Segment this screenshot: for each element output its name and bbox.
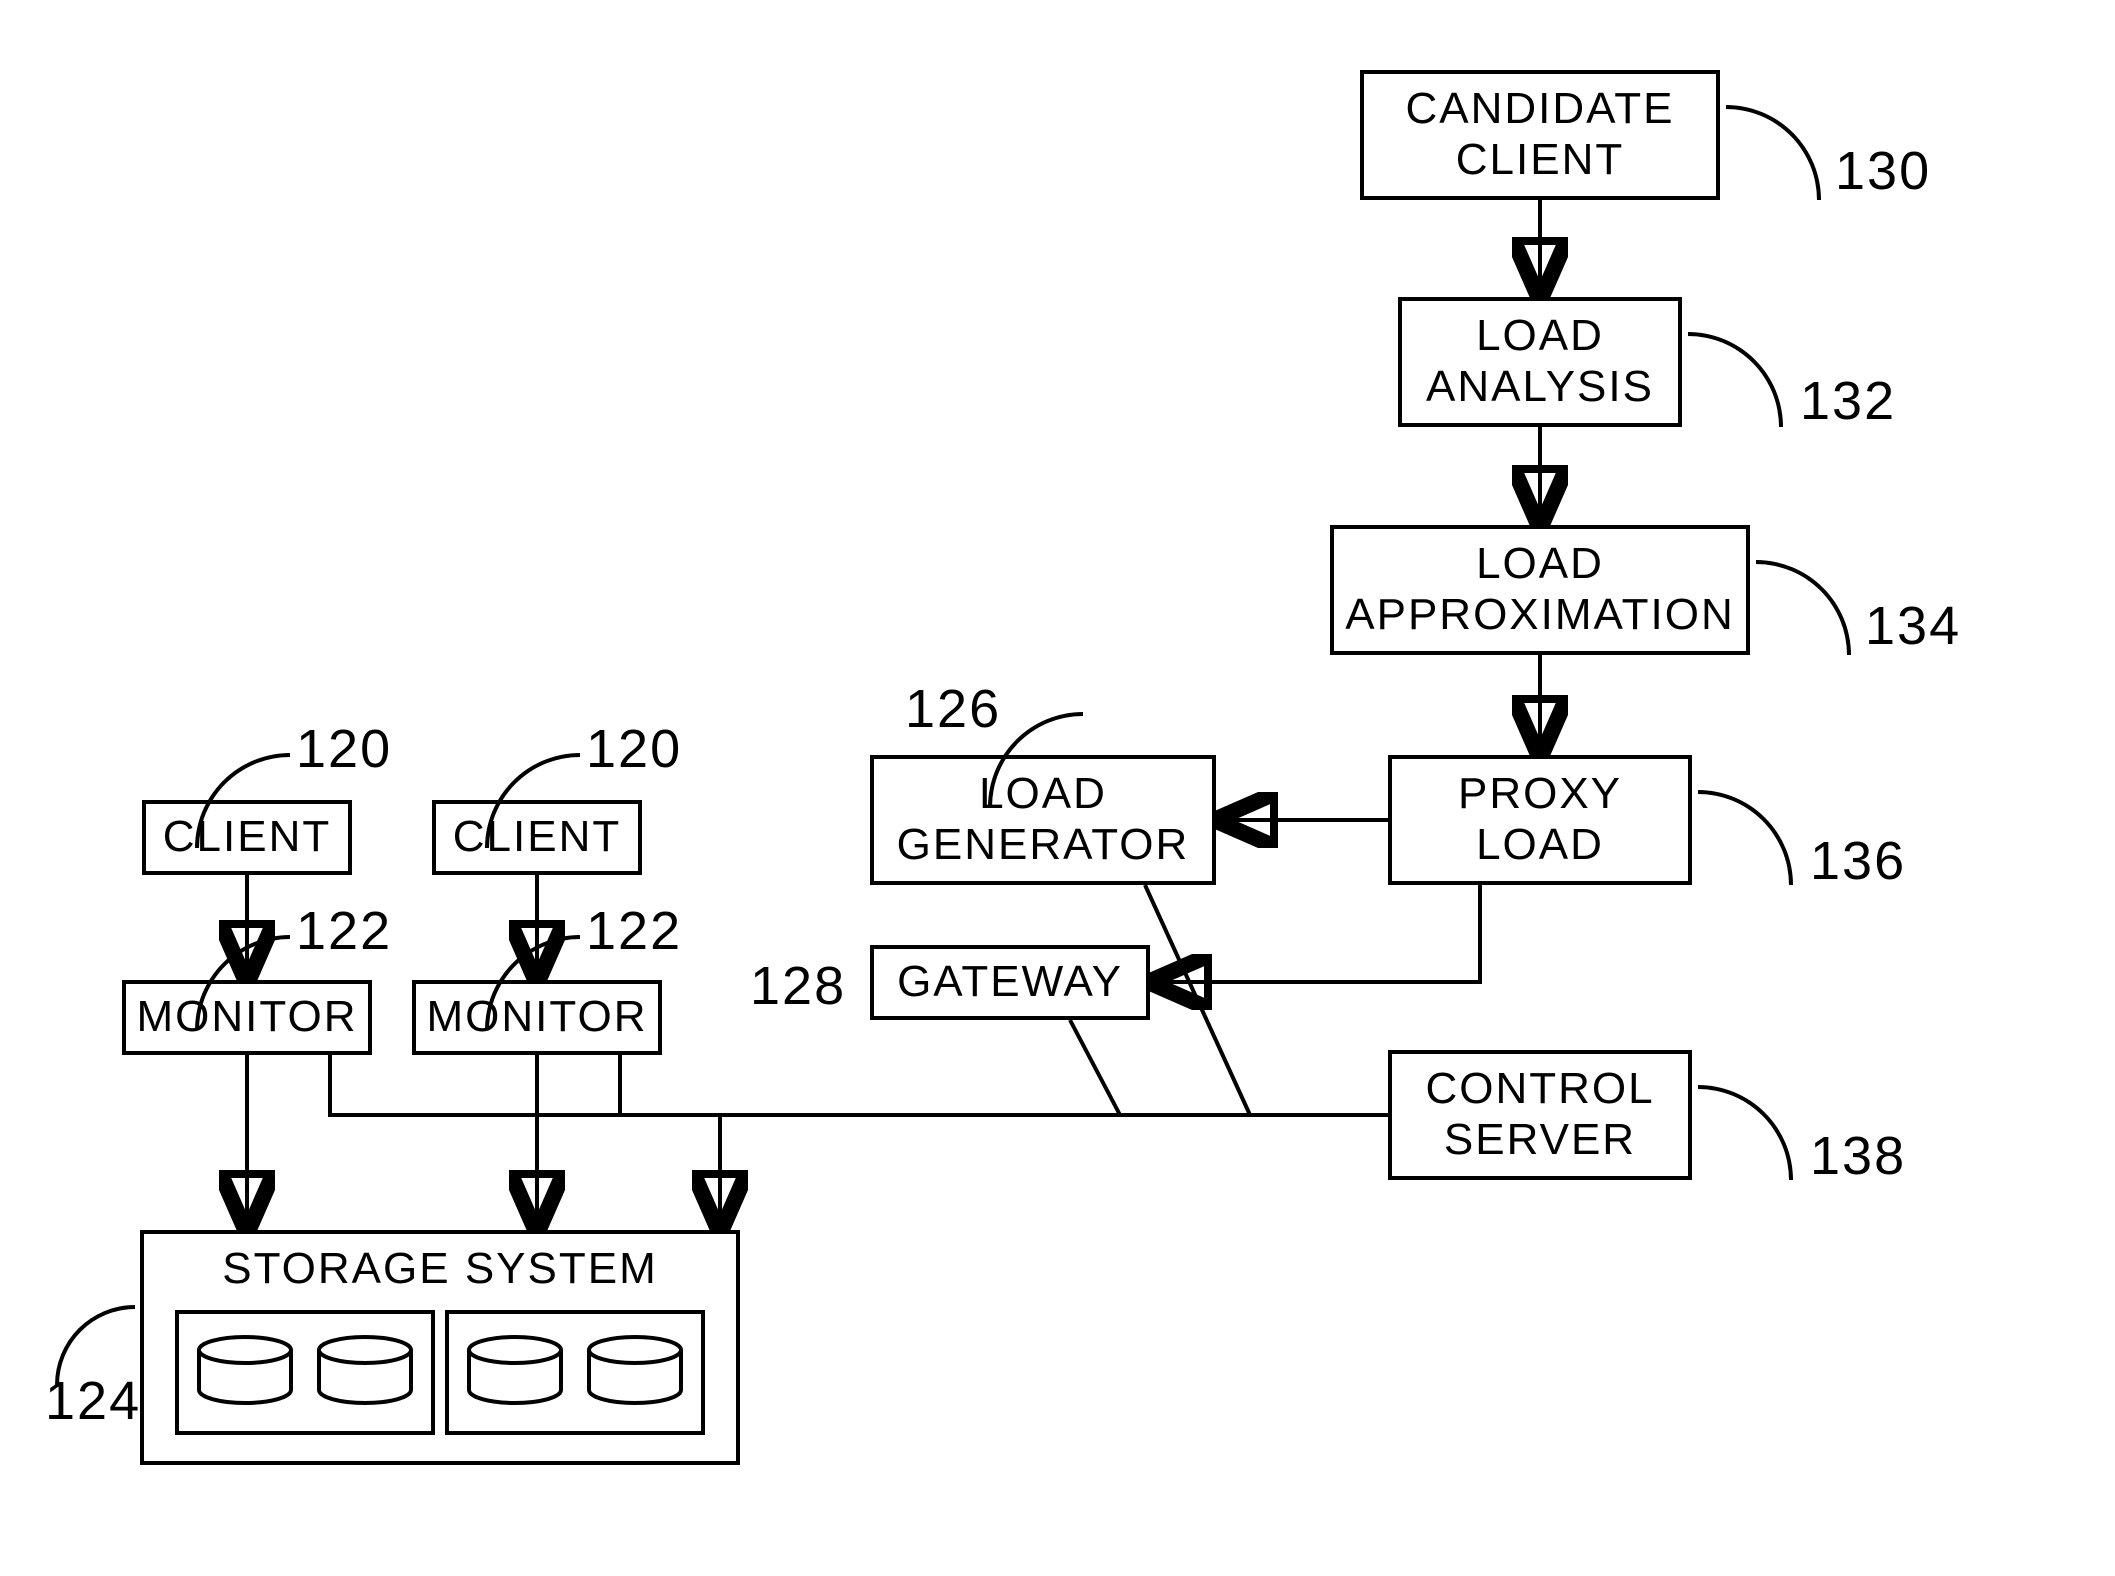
lead-line bbox=[1698, 790, 1793, 885]
disk-icon bbox=[195, 1335, 295, 1410]
proxy-load-label: PROXYLOAD bbox=[1458, 769, 1622, 870]
ref-client-2: 120 bbox=[586, 718, 682, 780]
load-analysis-box: LOADANALYSIS bbox=[1398, 297, 1682, 427]
lead-line bbox=[1698, 1085, 1793, 1180]
ref-control-server: 138 bbox=[1810, 1125, 1906, 1187]
candidate-client-box: CANDIDATECLIENT bbox=[1360, 70, 1720, 200]
ref-candidate-client: 130 bbox=[1835, 140, 1931, 202]
load-approximation-box: LOADAPPROXIMATION bbox=[1330, 525, 1750, 655]
ref-load-approximation: 134 bbox=[1865, 595, 1961, 657]
lead-line bbox=[195, 935, 290, 1030]
lead-line bbox=[55, 1305, 135, 1385]
control-server-box: CONTROLSERVER bbox=[1388, 1050, 1692, 1180]
ref-client-1: 120 bbox=[296, 718, 392, 780]
lead-line bbox=[1688, 332, 1783, 427]
ref-load-analysis: 132 bbox=[1800, 370, 1896, 432]
lead-line bbox=[1726, 105, 1821, 200]
ref-monitor-1: 122 bbox=[296, 900, 392, 962]
lead-line bbox=[195, 753, 290, 848]
lead-line bbox=[988, 712, 1083, 807]
ref-monitor-2: 122 bbox=[586, 900, 682, 962]
lead-line bbox=[485, 753, 580, 848]
ref-proxy-load: 136 bbox=[1810, 830, 1906, 892]
lead-line bbox=[485, 935, 580, 1030]
load-approximation-label: LOADAPPROXIMATION bbox=[1345, 539, 1734, 640]
gateway-label: GATEWAY bbox=[897, 957, 1123, 1008]
lead-line bbox=[1756, 560, 1851, 655]
disk-icon bbox=[585, 1335, 685, 1410]
ref-gateway: 128 bbox=[750, 955, 846, 1017]
storage-system-label: STORAGE SYSTEM bbox=[222, 1244, 658, 1295]
load-analysis-label: LOADANALYSIS bbox=[1426, 311, 1654, 412]
gateway-box: GATEWAY bbox=[870, 945, 1150, 1020]
disk-icon bbox=[315, 1335, 415, 1410]
control-server-label: CONTROLSERVER bbox=[1425, 1064, 1654, 1165]
disk-icon bbox=[465, 1335, 565, 1410]
candidate-client-label: CANDIDATECLIENT bbox=[1406, 84, 1675, 185]
proxy-load-box: PROXYLOAD bbox=[1388, 755, 1692, 885]
ref-load-generator: 126 bbox=[905, 678, 1001, 740]
